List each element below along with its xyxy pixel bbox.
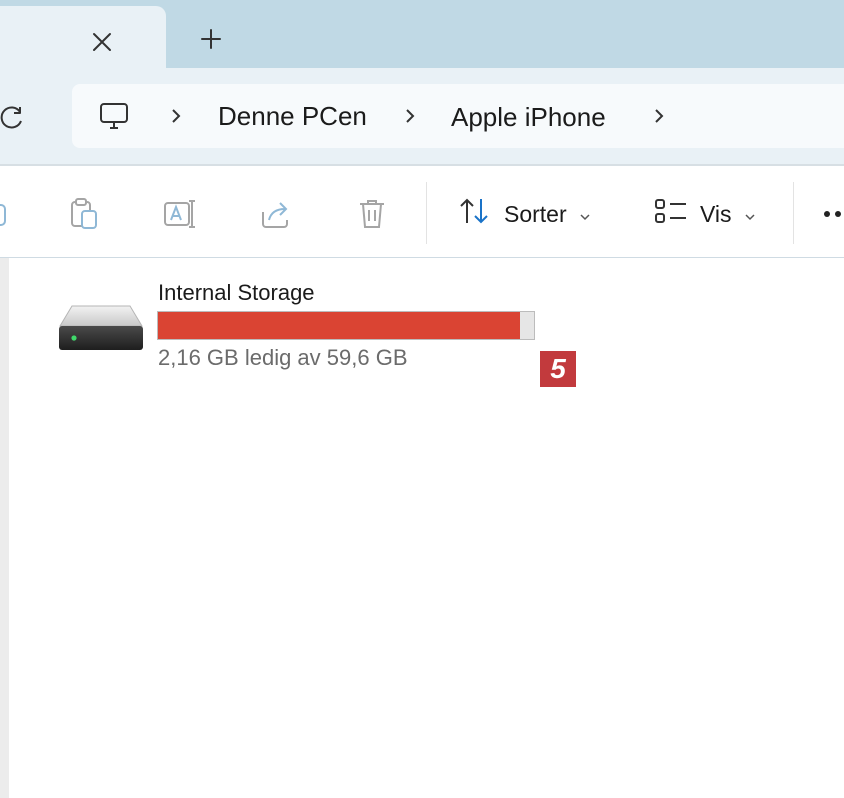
plus-icon[interactable] bbox=[192, 20, 230, 58]
navigation-pane[interactable] bbox=[0, 258, 9, 798]
chevron-down-icon bbox=[744, 201, 756, 228]
sort-icon bbox=[458, 196, 492, 232]
refresh-icon[interactable] bbox=[0, 100, 30, 136]
share-icon[interactable] bbox=[256, 194, 296, 234]
more-icon[interactable] bbox=[818, 194, 844, 234]
sort-label: Sorter bbox=[504, 200, 567, 227]
storage-bar-fill bbox=[158, 312, 521, 339]
view-label: Vis bbox=[700, 200, 732, 227]
drive-name: Internal Storage bbox=[158, 280, 315, 305]
drive-icon bbox=[56, 300, 146, 356]
drive-space-status: 2,16 GB ledig av 59,6 GB bbox=[158, 345, 408, 370]
separator bbox=[793, 182, 794, 244]
view-icon bbox=[654, 197, 688, 231]
tab-bar bbox=[0, 0, 844, 68]
sort-button[interactable]: Sorter bbox=[458, 192, 591, 236]
chevron-right-icon[interactable] bbox=[396, 102, 424, 130]
rename-icon[interactable] bbox=[160, 194, 200, 234]
chevron-right-icon[interactable] bbox=[645, 102, 673, 130]
address-bar[interactable]: Denne PCen Apple iPhone bbox=[72, 84, 844, 148]
storage-bar bbox=[157, 311, 535, 340]
view-button[interactable]: Vis bbox=[654, 192, 756, 236]
close-icon[interactable] bbox=[84, 24, 120, 60]
chevron-down-icon bbox=[579, 201, 591, 228]
paste-icon[interactable] bbox=[64, 194, 104, 234]
delete-icon[interactable] bbox=[352, 194, 392, 234]
chevron-right-icon[interactable] bbox=[162, 102, 190, 130]
divider bbox=[0, 257, 844, 258]
breadcrumb-denne-pcen[interactable]: Denne PCen bbox=[218, 100, 367, 132]
annotation-badge: 5 bbox=[540, 351, 576, 387]
breadcrumb-apple-iphone[interactable]: Apple iPhone bbox=[451, 101, 606, 133]
active-tab[interactable] bbox=[0, 6, 166, 68]
copy-icon[interactable] bbox=[0, 194, 16, 234]
separator bbox=[426, 182, 427, 244]
address-row: Denne PCen Apple iPhone bbox=[0, 68, 844, 164]
monitor-icon[interactable] bbox=[96, 98, 132, 134]
command-bar: Sorter Vis bbox=[0, 166, 844, 258]
